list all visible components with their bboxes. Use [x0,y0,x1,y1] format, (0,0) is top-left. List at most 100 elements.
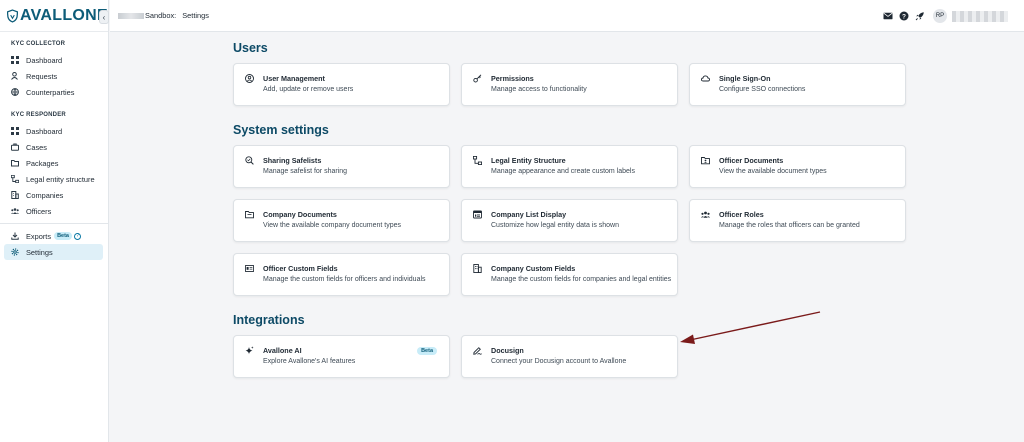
sidebar-item-counterparties[interactable]: Counterparties [0,84,103,100]
help-icon[interactable]: ? [73,232,81,240]
sidebar-item-settings[interactable]: Settings [4,244,103,260]
folder-icon [245,210,254,219]
mail-icon[interactable] [883,11,893,21]
card-user-management[interactable]: User Management Add, update or remove us… [233,63,450,106]
card-description: View the available document types [719,168,827,175]
sidebar-item-officers[interactable]: Officers [0,203,103,219]
card-avallone-ai[interactable]: Avallone AI Explore Avallone's AI featur… [233,335,450,378]
sidebar-item-requests[interactable]: Requests [0,68,103,84]
card-description: Manage safelist for sharing [263,168,348,175]
card-description: Add, update or remove users [263,86,354,93]
card-permissions[interactable]: Permissions Manage access to functionali… [461,63,678,106]
card-title: Avallone AI [263,346,302,355]
list-display-icon [473,210,482,219]
sidebar-item-responder-dashboard[interactable]: Dashboard [0,123,103,139]
card-docusign[interactable]: Docusign Connect your Docusign account t… [461,335,678,378]
sparkle-icon [245,346,254,355]
sidebar-item-collector-dashboard[interactable]: Dashboard [0,52,103,68]
section-title-system-settings: System settings [233,123,329,137]
sidebar-item-label: Legal entity structure [26,174,95,184]
card-title: Docusign [491,346,524,355]
nav-section-responder: KYC RESPONDER Dashboard Cases Packages L… [0,100,108,219]
card-title: Legal Entity Structure [491,156,566,165]
key-icon [473,74,482,83]
sidebar-item-legal-entity-structure[interactable]: Legal entity structure [0,171,103,187]
card-description: Manage the custom fields for officers an… [263,276,426,283]
breadcrumb-env[interactable]: Sandbox: [145,11,176,20]
sidebar-item-label: Dashboard [26,55,63,65]
redacted-org-name [118,12,144,19]
card-officer-documents[interactable]: Officer Documents View the available doc… [689,145,906,188]
sidebar-item-label: Counterparties [26,87,75,97]
sidebar-item-label: Exports [26,231,52,241]
card-description: Explore Avallone's AI features [263,358,356,365]
nav-heading: KYC COLLECTOR [11,41,66,47]
building-icon [473,264,482,273]
card-company-documents[interactable]: Company Documents View the available com… [233,199,450,242]
card-title: Officer Documents [719,156,784,165]
redacted-user-name[interactable] [952,10,1008,22]
help-icon[interactable]: ? [899,11,909,21]
card-title: Permissions [491,74,534,83]
breadcrumb-page: Settings [182,11,209,20]
card-officer-roles[interactable]: Officer Roles Manage the roles that offi… [689,199,906,242]
avatar[interactable]: RP [933,9,947,23]
nav-heading: KYC RESPONDER [11,112,66,118]
sidebar-item-label: Requests [26,71,58,81]
section-title-integrations: Integrations [233,313,305,327]
card-company-custom-fields[interactable]: Company Custom Fields Manage the custom … [461,253,678,296]
briefcase-icon [11,143,19,151]
section-title-users: Users [233,41,268,55]
structure-icon [11,175,19,183]
card-description: Connect your Docusign account to Avallon… [491,358,627,365]
sidebar-item-packages[interactable]: Packages [0,155,103,171]
card-description: Customize how legal entity data is shown [491,222,620,229]
sidebar-item-exports[interactable]: Exports Beta ? [0,228,103,244]
sidebar: AVALLONE ‹ KYC COLLECTOR Dashboard Reque… [0,0,109,442]
card-title: Sharing Safelists [263,156,322,165]
folder-user-icon [701,156,710,165]
sidebar-item-label: Packages [26,158,59,168]
sidebar-item-label: Cases [26,142,47,152]
sidebar-item-label: Officers [26,206,52,216]
card-title: Company Documents [263,210,337,219]
svg-text:?: ? [902,13,906,20]
cloud-icon [701,74,710,83]
card-title: Officer Custom Fields [263,264,338,273]
people-icon [11,207,19,215]
beta-badge: Beta [54,232,72,240]
globe-icon [11,88,19,96]
download-icon [11,232,19,240]
card-description: Manage the roles that officers can be gr… [719,222,860,229]
top-actions: ? RP [877,0,1008,32]
card-description: Configure SSO connections [719,86,806,93]
card-title: Company List Display [491,210,567,219]
main-content: Users User Management Add, update or rem… [110,33,1024,442]
sidebar-item-label: Companies [26,190,64,200]
id-card-icon [245,264,254,273]
user-circle-icon [245,74,254,83]
card-sharing-safelists[interactable]: Sharing Safelists Manage safelist for sh… [233,145,450,188]
shield-logo-icon [7,8,18,23]
sidebar-item-companies[interactable]: Companies [0,187,103,203]
card-title: Company Custom Fields [491,264,576,273]
gear-icon [11,248,19,256]
collapse-sidebar-button[interactable]: ‹ [99,10,109,24]
grid-icon [11,127,19,135]
user-request-icon [11,72,19,80]
rocket-icon[interactable] [915,11,925,21]
signature-icon [473,346,482,355]
card-company-list-display[interactable]: Company List Display Customize how legal… [461,199,678,242]
card-officer-custom-fields[interactable]: Officer Custom Fields Manage the custom … [233,253,450,296]
card-title: Officer Roles [719,210,764,219]
card-title: User Management [263,74,325,83]
card-single-sign-on[interactable]: Single Sign-On Configure SSO connections [689,63,906,106]
nav-divider [0,223,108,224]
card-description: Manage access to functionality [491,86,587,93]
card-legal-entity-structure[interactable]: Legal Entity Structure Manage appearance… [461,145,678,188]
beta-badge: Beta [417,347,437,355]
people-icon [701,210,710,219]
sidebar-item-cases[interactable]: Cases [0,139,103,155]
logo[interactable]: AVALLONE [0,0,108,32]
breadcrumb: Sandbox: Settings [118,11,209,20]
